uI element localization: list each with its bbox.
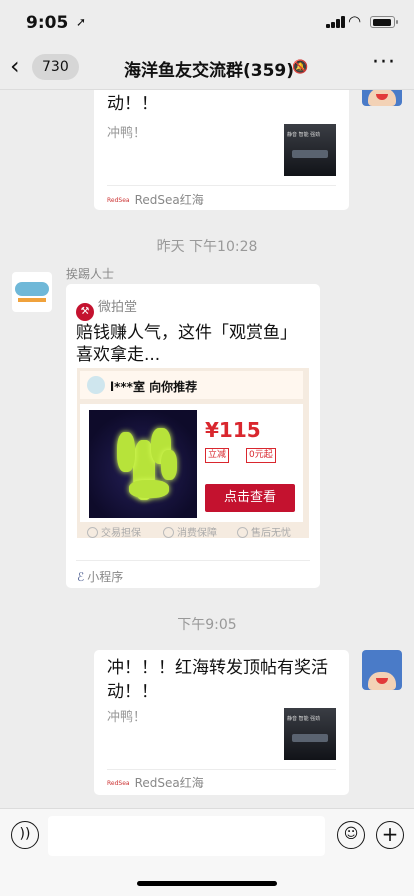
timestamp: 下午9:05 bbox=[177, 617, 237, 633]
preview-header: l***室 向你推荐 bbox=[80, 371, 303, 399]
emoji-icon[interactable]: ☺ bbox=[337, 821, 365, 849]
link-card-source: RedSea RedSea红海 bbox=[107, 191, 204, 208]
shop-avatar bbox=[87, 376, 105, 394]
guarantee-item: 售后无忧 bbox=[237, 524, 291, 539]
divider bbox=[76, 560, 310, 561]
mini-program-brand: ⚒ 微拍堂 bbox=[76, 296, 137, 321]
mini-program-title: 赔钱赚人气，这件「观赏鱼」喜欢拿走... bbox=[76, 323, 297, 365]
status-bar: 9:05 ➚ ◠ bbox=[0, 0, 414, 44]
back-chevron-icon[interactable]: ‹ bbox=[10, 53, 20, 79]
link-card-thumbnail: 静音 智能 强劲 bbox=[284, 708, 336, 760]
shield-icon bbox=[163, 527, 174, 538]
guarantee-label: 消费保障 bbox=[177, 528, 217, 539]
divider bbox=[107, 185, 336, 186]
gavel-icon: ⚒ bbox=[76, 303, 94, 321]
link-card-desc: 冲鸭！ bbox=[107, 710, 147, 725]
location-icon: ➚ bbox=[76, 15, 87, 29]
coral-image bbox=[89, 410, 197, 518]
link-card-bottom[interactable]: 冲！！！红海转发顶帖有奖活动！！ 冲鸭！ 静音 智能 强劲 RedSea RedS… bbox=[94, 650, 349, 795]
plus-icon[interactable]: + bbox=[376, 821, 404, 849]
guarantee-item: 交易担保 bbox=[87, 524, 141, 539]
link-card-source: RedSea RedSea红海 bbox=[107, 774, 204, 791]
message-input[interactable] bbox=[48, 816, 325, 856]
mini-program-card[interactable]: ⚒ 微拍堂 赔钱赚人气，这件「观赏鱼」喜欢拿走... l***室 向你推荐 ¥11… bbox=[66, 284, 320, 588]
start-price-tag: 0元起 bbox=[246, 448, 276, 463]
guarantee-label: 售后无忧 bbox=[251, 528, 291, 539]
type-label: 小程序 bbox=[87, 570, 124, 584]
unread-count-badge[interactable]: 730 bbox=[32, 54, 79, 80]
status-time: 9:05 bbox=[26, 13, 69, 33]
redsea-logo-icon: RedSea bbox=[107, 780, 130, 787]
mute-bell-icon: 🔕 bbox=[292, 60, 309, 75]
shield-icon bbox=[237, 527, 248, 538]
link-card-title: 冲！！！红海转发顶帖有奖活动！！ bbox=[107, 658, 328, 702]
shield-icon bbox=[87, 527, 98, 538]
signal-icon bbox=[326, 16, 346, 28]
guarantee-label: 交易担保 bbox=[101, 528, 141, 539]
shop-name: l***室 向你推荐 bbox=[110, 380, 198, 394]
nav-bar: ‹ 730 海洋鱼友交流群(359) 🔕 ··· bbox=[0, 44, 414, 90]
guarantee-item: 消费保障 bbox=[163, 524, 217, 539]
divider bbox=[107, 769, 336, 770]
sender-name: 挨踢人士 bbox=[66, 267, 115, 281]
chat-area[interactable]: 冲！！！红海转发顶帖有奖活动！！ 冲鸭！ 静音 智能 强劲 RedSeaRedS… bbox=[0, 0, 414, 808]
mini-program-preview: l***室 向你推荐 ¥115 立减 0元起 点击查看 交易担保 消费保障 售后… bbox=[77, 368, 309, 539]
discount-tag: 立减 bbox=[205, 448, 230, 463]
wifi-icon: ◠ bbox=[348, 12, 362, 30]
view-button[interactable]: 点击查看 bbox=[205, 484, 295, 512]
link-card-desc: 冲鸭！ bbox=[107, 126, 147, 141]
battery-icon bbox=[370, 16, 398, 28]
mini-program-type: ℰ 小程序 bbox=[77, 568, 123, 585]
home-indicator bbox=[137, 881, 277, 886]
timestamp: 昨天 下午10:28 bbox=[156, 239, 258, 255]
source-label: RedSea红海 bbox=[134, 193, 204, 207]
source-label: RedSea红海 bbox=[134, 776, 204, 790]
my-avatar[interactable] bbox=[362, 650, 402, 690]
battery-level bbox=[372, 18, 391, 26]
preview-body: ¥115 立减 0元起 点击查看 bbox=[80, 404, 303, 522]
mini-program-icon: ℰ bbox=[77, 570, 85, 584]
more-options-button[interactable]: ··· bbox=[372, 50, 396, 75]
sender-avatar[interactable] bbox=[12, 272, 52, 312]
redsea-logo-icon: RedSea bbox=[107, 197, 130, 204]
price: ¥115 bbox=[205, 418, 261, 442]
brand-label: 微拍堂 bbox=[98, 300, 138, 315]
voice-icon[interactable]: )) bbox=[11, 821, 39, 849]
link-card-thumbnail: 静音 智能 强劲 bbox=[284, 124, 336, 176]
chat-title: 海洋鱼友交流群(359) bbox=[124, 61, 295, 81]
